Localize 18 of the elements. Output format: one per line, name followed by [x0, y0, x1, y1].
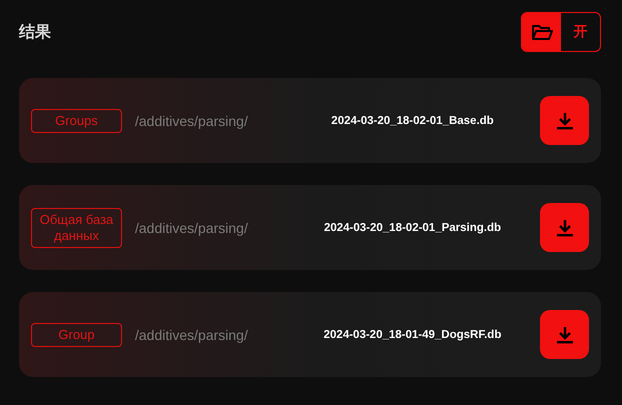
file-path: /additives/parsing/: [135, 112, 249, 128]
file-path: /additives/parsing/: [135, 220, 249, 236]
file-name: 2024-03-20_18-01-49_DogsRF.db: [322, 328, 502, 340]
file-name: 2024-03-20_18-02-01_Parsing.db: [322, 222, 502, 234]
file-name: 2024-03-20_18-02-01_Base.db: [330, 114, 495, 126]
download-icon: [554, 218, 574, 238]
section-title: 结果: [19, 22, 51, 42]
download-icon: [554, 110, 574, 130]
download-button[interactable]: [540, 96, 589, 145]
folder-toggle[interactable]: [522, 13, 561, 51]
folder-icon: [530, 23, 552, 41]
download-icon: [554, 324, 574, 344]
tag-label: Groups: [31, 108, 122, 132]
tag-label: Общая база данных: [31, 208, 122, 248]
download-button[interactable]: [540, 203, 589, 252]
tag-label: Group: [31, 322, 122, 346]
download-button[interactable]: [540, 310, 589, 359]
file-path: /additives/parsing/: [135, 326, 249, 342]
